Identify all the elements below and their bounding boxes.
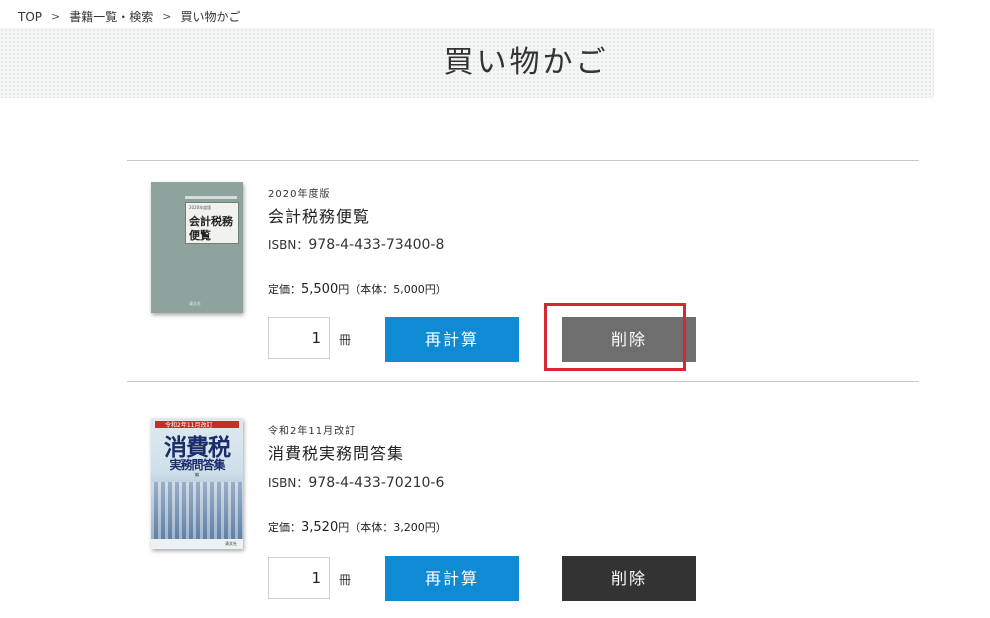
book-isbn: ISBN：978-4-433-73400-8	[268, 236, 444, 253]
quantity-input[interactable]: 1	[268, 317, 330, 359]
cover-header: 2020年度版	[189, 205, 212, 210]
book-edition: 令和2年11月改訂	[268, 426, 357, 437]
cover-band: 令和2年11月改訂	[155, 421, 239, 429]
recalculate-button[interactable]: 再計算	[385, 317, 519, 362]
recalculate-button[interactable]: 再計算	[385, 556, 519, 601]
isbn-value: 978-4-433-73400-8	[308, 237, 445, 253]
price-sub: （本体：3,200円）	[349, 521, 447, 534]
breadcrumb-books-link[interactable]: 書籍一覧・検索	[69, 8, 153, 25]
price-sub: （本体：5,000円）	[349, 283, 447, 296]
breadcrumb-separator: >	[162, 10, 172, 23]
cover-publisher: 清文社	[189, 301, 201, 306]
cover-decoration	[185, 196, 237, 199]
cover-footer: 清文社	[151, 539, 243, 549]
book-title[interactable]: 会計税務便覧	[268, 203, 370, 227]
divider	[127, 160, 919, 161]
price-value: 3,520	[301, 520, 339, 535]
breadcrumb: TOP > 書籍一覧・検索 > 買い物かご	[18, 8, 240, 25]
book-edition: 2020年度版	[268, 189, 331, 200]
book-price: 定価：3,520円（本体：3,200円）	[268, 519, 447, 535]
isbn-value: 978-4-433-70210-6	[308, 475, 445, 491]
cover-cityscape	[151, 482, 243, 540]
price-currency: 円	[338, 521, 350, 534]
price-value: 5,500	[301, 282, 339, 297]
isbn-label: ISBN：	[268, 238, 309, 252]
cover-publisher: 清文社	[225, 541, 237, 546]
breadcrumb-separator: >	[51, 10, 61, 23]
book-cover-image[interactable]: 令和2年11月改訂 消費税 実務問答集 編 清文社	[151, 418, 243, 549]
price-label: 定価：	[268, 283, 301, 296]
isbn-label: ISBN：	[268, 476, 309, 490]
page-title: 買い物かご	[443, 45, 609, 80]
cover-title-line2: 便覧	[189, 229, 211, 242]
quantity-unit: 冊	[339, 573, 352, 587]
breadcrumb-top-link[interactable]: TOP	[18, 10, 42, 24]
divider	[127, 381, 919, 382]
price-currency: 円	[338, 283, 350, 296]
cover-author: 編	[195, 472, 199, 477]
cover-label: 2020年度版 会計税務 便覧	[185, 202, 239, 244]
book-price: 定価：5,500円（本体：5,000円）	[268, 281, 447, 297]
quantity-input[interactable]: 1	[268, 557, 330, 599]
price-label: 定価：	[268, 521, 301, 534]
highlight-box	[544, 303, 686, 371]
book-cover-image[interactable]: 2020年度版 会計税務 便覧 清文社	[151, 182, 243, 313]
quantity-unit: 冊	[339, 333, 352, 347]
book-title[interactable]: 消費税実務問答集	[268, 440, 404, 464]
delete-button[interactable]: 削除	[562, 556, 696, 601]
breadcrumb-current: 買い物かご	[180, 10, 241, 24]
book-isbn: ISBN：978-4-433-70210-6	[268, 474, 444, 491]
cover-title-line2: 実務問答集	[169, 458, 225, 472]
